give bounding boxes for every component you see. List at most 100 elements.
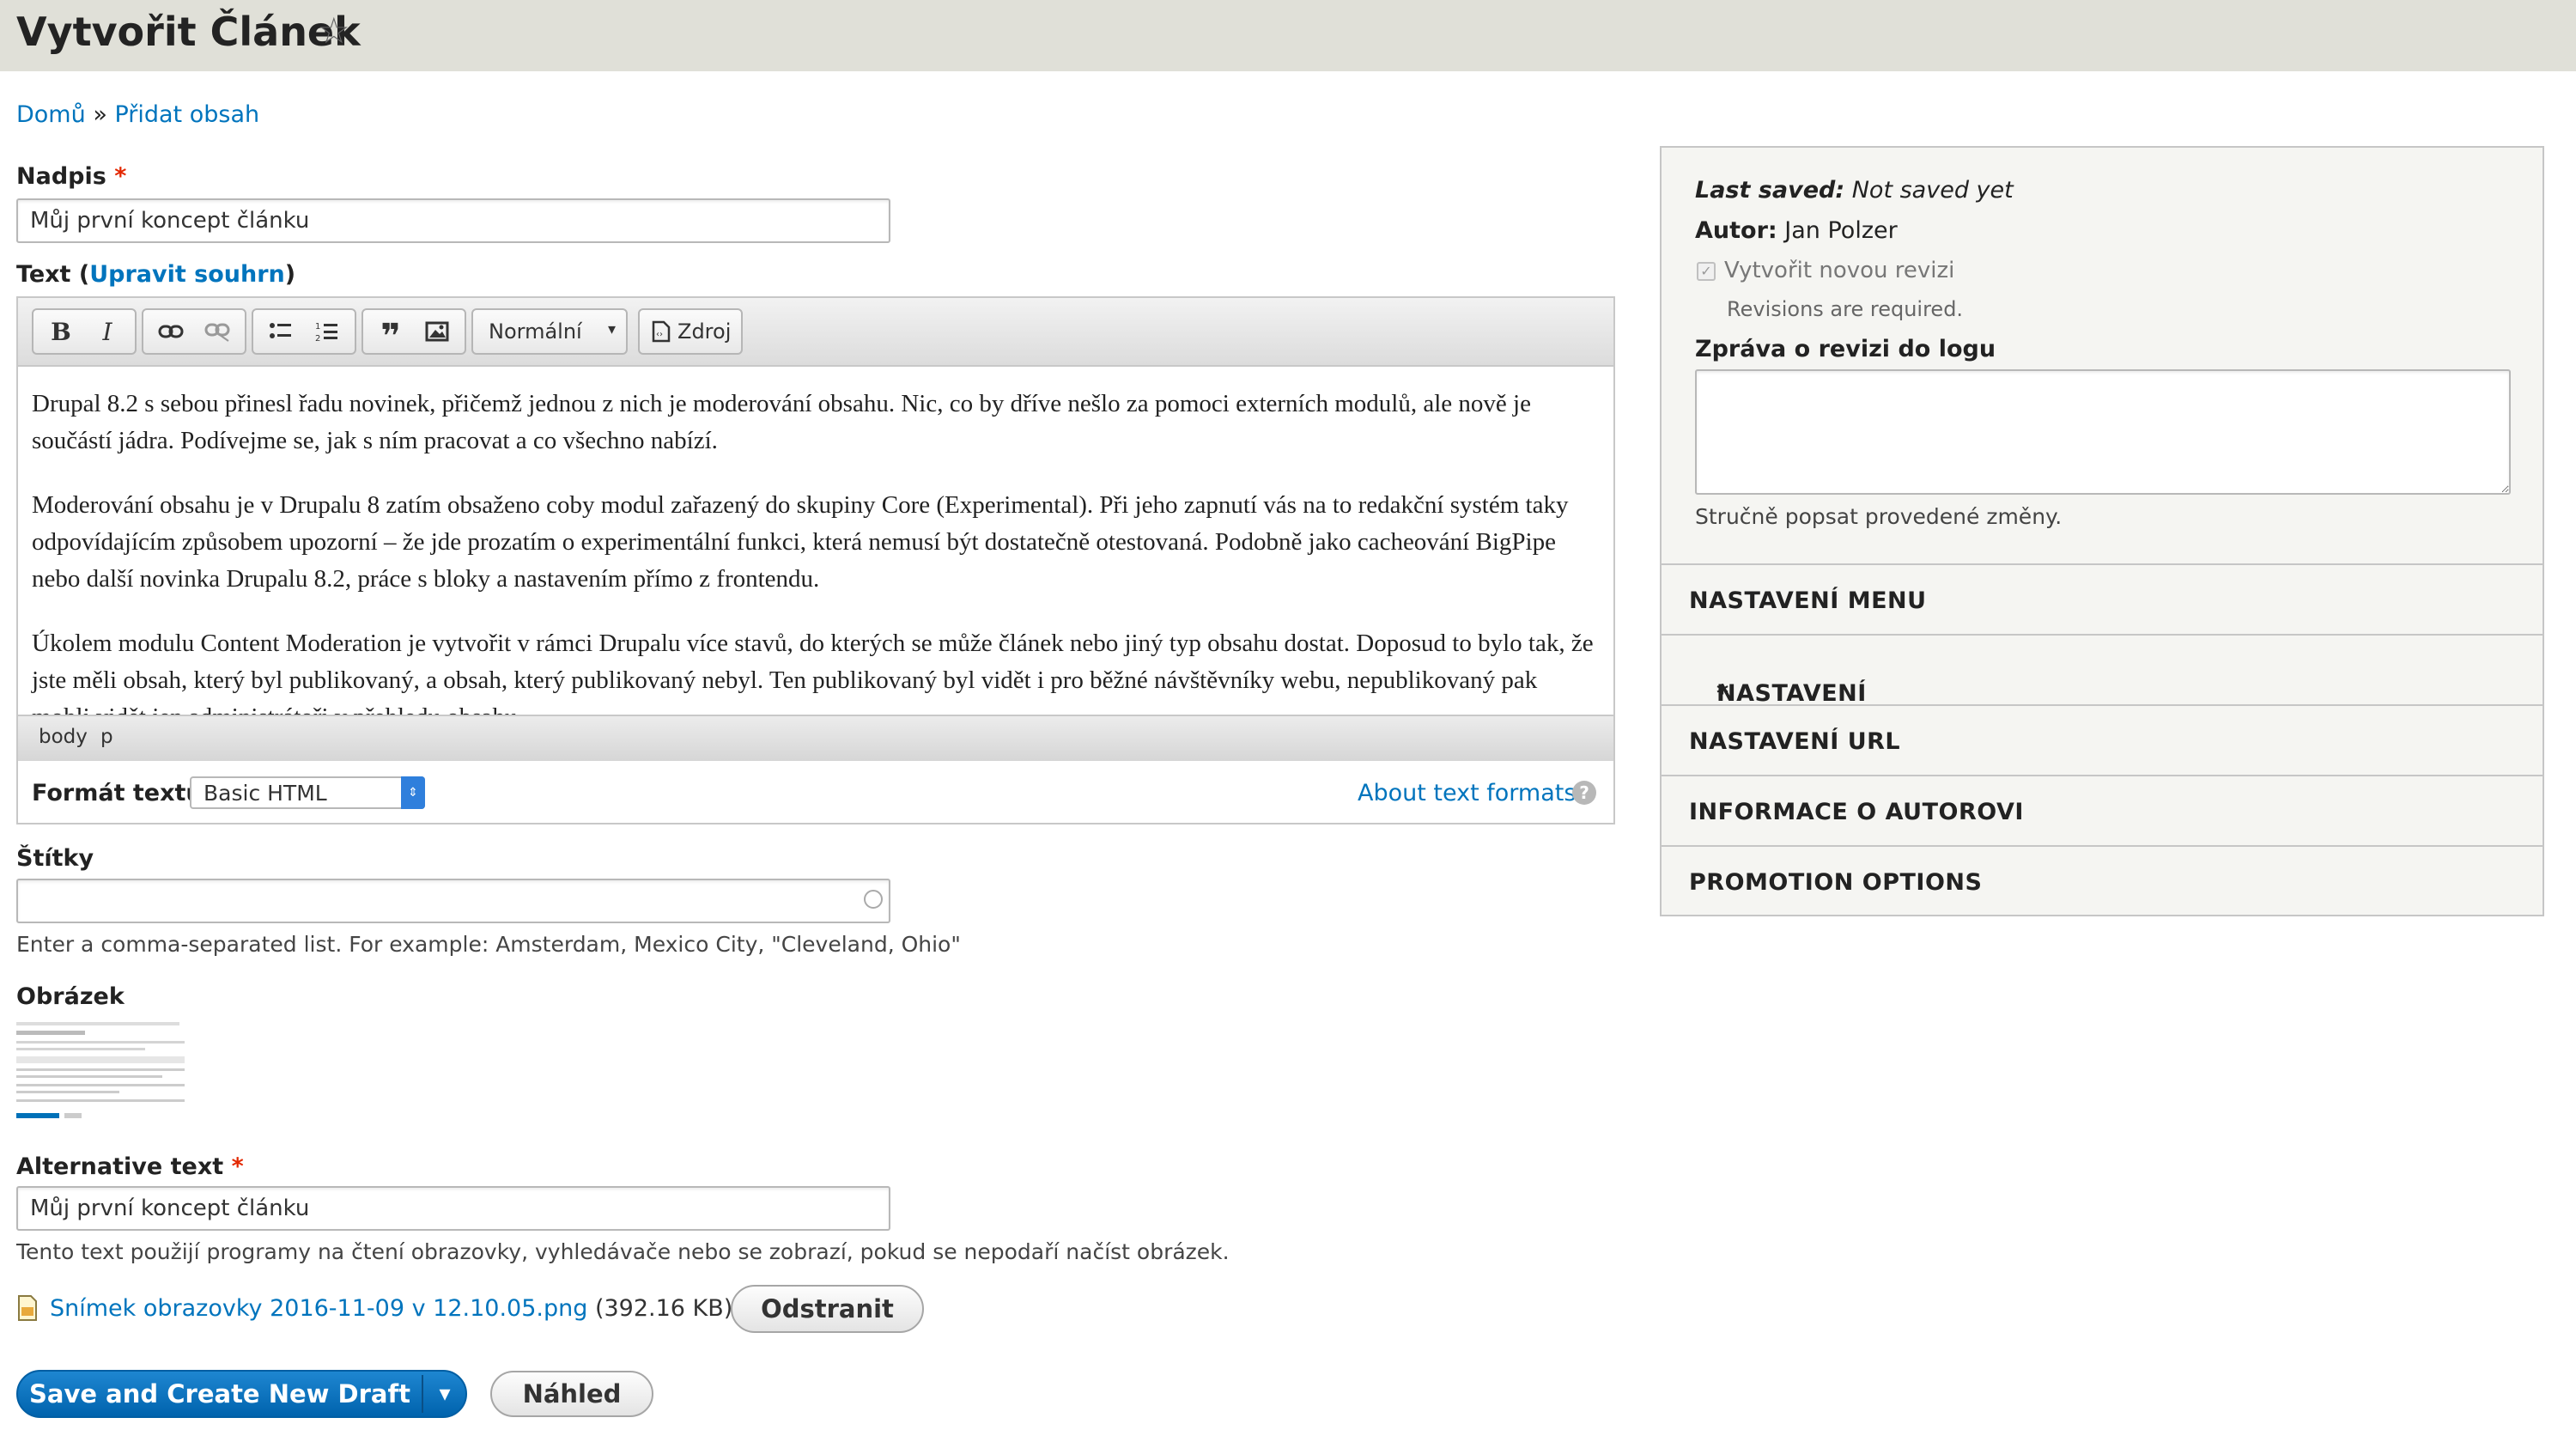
last-saved: Last saved: Not saved yet (1695, 177, 2014, 204)
required-marker: * (114, 163, 127, 190)
revision-checkbox[interactable]: ✓ (1697, 262, 1716, 281)
chevron-down-icon: ▾ (607, 320, 616, 338)
remove-button[interactable]: Odstranit (731, 1285, 924, 1333)
text-format-select[interactable]: Basic HTML ⇕ (190, 776, 425, 809)
edit-summary-link[interactable]: Upravit souhrn (89, 261, 285, 288)
revision-checkbox-label: Vytvořit novou revizi (1724, 258, 1955, 283)
editor-toolbar: B I 12 ❞ Normální ▾ ‹› Zdroj (18, 298, 1613, 367)
bullet-list-icon (270, 323, 291, 338)
toolbar-group-lists: 12 (252, 308, 356, 355)
link-button[interactable] (149, 310, 193, 353)
paragraph-format-value: Normální (489, 319, 582, 344)
help-icon[interactable]: ? (1572, 781, 1596, 805)
source-icon: ‹› (652, 320, 671, 343)
tags-input[interactable] (16, 879, 890, 923)
revision-note: Revisions are required. (1727, 297, 1964, 321)
tags-label: Štítky (16, 845, 94, 872)
path-item-p[interactable]: p (100, 726, 113, 748)
save-draft-button[interactable]: Save and Create New Draft (18, 1372, 422, 1416)
svg-text:2: 2 (315, 334, 320, 343)
alt-text-input[interactable] (16, 1186, 890, 1231)
last-saved-label: Last saved: (1695, 177, 1845, 204)
editor-paragraph: Úkolem modulu Content Moderation je vytv… (32, 630, 1594, 715)
file-image-icon (17, 1295, 38, 1321)
svg-text:1: 1 (315, 322, 320, 332)
source-button[interactable]: ‹› Zdroj (638, 308, 743, 355)
breadcrumb-current-link[interactable]: Přidat obsah (114, 101, 259, 128)
alt-text-label-text: Alternative text (16, 1153, 224, 1180)
save-button-group: Save and Create New Draft ▾ (16, 1370, 467, 1418)
text-format-value: Basic HTML (204, 780, 327, 806)
toolbar-group-basic: B I (32, 308, 137, 355)
breadcrumb-home-link[interactable]: Domů (16, 101, 86, 128)
revision-log-textarea[interactable] (1695, 369, 2511, 495)
page-header (0, 0, 2576, 71)
editor-paragraph: Drupal 8.2 s sebou přinesl řadu novinek,… (32, 390, 1531, 454)
select-arrows-icon: ⇕ (401, 776, 425, 809)
sidebar-section-comments[interactable]: NASTAVENÍ KOMENTÁŘŮ * (1662, 634, 2543, 733)
sidebar-section-menu[interactable]: NASTAVENÍ MENU (1662, 563, 2543, 633)
autocomplete-icon (864, 890, 883, 909)
element-path-bar: body p (18, 715, 1613, 761)
breadcrumb: Domů » Přidat obsah (16, 101, 259, 128)
numbered-list-button[interactable]: 12 (305, 310, 349, 353)
editor-paragraph: Moderování obsahu je v Drupalu 8 zatím o… (32, 491, 1569, 593)
title-input[interactable] (16, 198, 890, 243)
section-label: NASTAVENÍ MENU (1689, 587, 1927, 614)
log-label: Zpráva o revizi do logu (1695, 336, 1996, 362)
alt-text-description: Tento text použijí programy na čtení obr… (16, 1239, 1230, 1264)
author-label: Autor: (1695, 217, 1777, 244)
section-label: INFORMACE O AUTOROVI (1689, 799, 2024, 825)
file-size: (392.16 KB) (594, 1295, 733, 1322)
image-button[interactable] (415, 310, 459, 353)
bold-button[interactable]: B (39, 310, 83, 353)
last-saved-value: Not saved yet (1851, 177, 2014, 204)
link-icon (158, 325, 184, 338)
save-dropdown-toggle[interactable]: ▾ (425, 1372, 465, 1416)
paragraph-format-select[interactable]: Normální ▾ (471, 308, 628, 355)
required-marker: * (231, 1153, 244, 1180)
tags-description: Enter a comma-separated list. For exampl… (16, 932, 961, 957)
page-title: Vytvořit Článek (16, 9, 361, 55)
about-text-formats-link[interactable]: About text formats (1358, 780, 1576, 806)
preview-button[interactable]: Náhled (490, 1371, 653, 1417)
numbered-list-icon: 12 (315, 322, 337, 343)
sidebar-section-promotion[interactable]: PROMOTION OPTIONS (1662, 845, 2543, 915)
toolbar-group-media: ❞ (361, 308, 466, 356)
bullet-list-button[interactable] (258, 310, 303, 353)
required-marker: * (1716, 680, 1729, 707)
unlink-icon (204, 323, 230, 342)
title-label: Nadpis * (16, 163, 126, 190)
sidebar-section-url[interactable]: NASTAVENÍ URL (1662, 704, 2543, 774)
body-label-text: Text (16, 261, 71, 288)
author-value: Jan Polzer (1784, 217, 1898, 244)
file-link[interactable]: Snímek obrazovky 2016-11-09 v 12.10.05.p… (50, 1295, 587, 1322)
file-info: Snímek obrazovky 2016-11-09 v 12.10.05.p… (50, 1295, 732, 1322)
source-label: Zdroj (677, 319, 732, 344)
editor-content[interactable]: Drupal 8.2 s sebou přinesl řadu novinek,… (18, 368, 1613, 715)
body-label: Text (Upravit souhrn) (16, 261, 295, 288)
path-item-body[interactable]: body (39, 726, 88, 748)
button-divider (422, 1375, 423, 1413)
text-format-label: Formát textu (32, 780, 203, 806)
italic-button[interactable]: I (85, 310, 130, 353)
summary-paren-close: ) (284, 261, 296, 288)
blockquote-button[interactable]: ❞ (368, 310, 413, 356)
sidebar-section-author[interactable]: INFORMACE O AUTOROVI (1662, 775, 2543, 844)
author-info: Autor: Jan Polzer (1695, 217, 1898, 244)
toolbar-group-links (142, 308, 246, 355)
log-description: Stručně popsat provedené změny. (1695, 504, 2063, 529)
section-label: PROMOTION OPTIONS (1689, 869, 1983, 896)
alt-text-label: Alternative text * (16, 1153, 244, 1180)
title-label-text: Nadpis (16, 163, 106, 190)
image-icon (425, 321, 449, 342)
star-icon[interactable]: ☆ (318, 13, 352, 49)
unlink-button[interactable] (195, 310, 240, 353)
breadcrumb-separator: » (93, 101, 107, 128)
svg-text:‹›: ‹› (656, 330, 663, 339)
summary-paren-open: ( (78, 261, 90, 288)
image-thumbnail (16, 1017, 188, 1123)
section-label: NASTAVENÍ URL (1689, 728, 1901, 755)
image-label: Obrázek (16, 983, 125, 1010)
text-format-row: Formát textu Basic HTML ⇕ About text for… (18, 763, 1613, 823)
